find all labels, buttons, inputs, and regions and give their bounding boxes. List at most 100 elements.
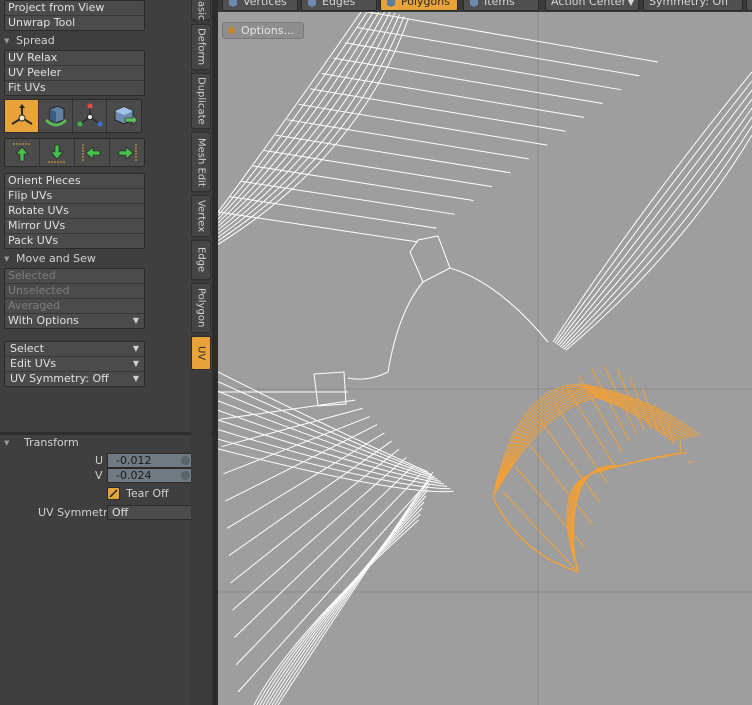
uv-symmetry-dropdown-label: UV Symmetry: Off — [10, 372, 109, 385]
tab-deform[interactable]: Deform — [191, 24, 211, 70]
uv-rotate-tool-button[interactable] — [39, 100, 73, 132]
symmetry-dropdown[interactable]: Symmetry: Off — [643, 0, 743, 11]
vertices-cube-icon — [229, 0, 237, 7]
element-cube-icon — [114, 106, 137, 126]
vertices-mode-button[interactable]: Vertices — [222, 0, 298, 11]
projection-button-group: Project from View Unwrap Tool — [4, 0, 145, 31]
sew-averaged-button[interactable]: Averaged — [5, 299, 144, 314]
options-button[interactable]: Options... — [222, 22, 304, 39]
edges-mode-button[interactable]: Edges — [301, 0, 377, 11]
with-options-label: With Options — [8, 314, 79, 327]
polygons-mode-button[interactable]: Polygons — [380, 0, 458, 11]
panel-divider[interactable] — [0, 432, 212, 435]
tab-label: UV — [195, 345, 207, 361]
flip-uvs-button[interactable]: Flip UVs — [5, 189, 144, 204]
rotate-uvs-button[interactable]: Rotate UVs — [5, 204, 144, 219]
with-options-dropdown[interactable]: With Options ▼ — [5, 314, 144, 328]
uv-transform-icon-row — [4, 99, 142, 133]
selection-mode-toolbar: Vertices Edges Polygons Items Action Cen… — [218, 0, 752, 12]
tab-label: Vertex — [195, 199, 207, 233]
uv-transform-tool-button[interactable] — [73, 100, 107, 132]
uv-relax-button[interactable]: UV Relax — [5, 51, 144, 66]
sew-selected-button[interactable]: Selected — [5, 269, 144, 284]
selection-dropdown-group: Select ▼ Edit UVs ▼ UV Symmetry: Off ▼ — [4, 341, 145, 387]
move-sew-section-header[interactable]: ▼ Move and Sew — [4, 252, 96, 266]
dropdown-arrow-icon: ▼ — [132, 344, 139, 353]
tab-label: Basic — [195, 0, 207, 21]
tab-polygon[interactable]: Polygon — [191, 283, 211, 333]
pack-uvs-button[interactable]: Pack UVs — [5, 234, 144, 248]
collapse-triangle-icon: ▼ — [4, 255, 10, 263]
items-mode-label: Items — [484, 0, 515, 8]
toolbar-overflow-button[interactable] — [746, 0, 752, 11]
symmetry-label: Symmetry: Off — [649, 0, 729, 8]
tab-label: Duplicate — [195, 77, 207, 125]
dropdown-arrow-icon: ▼ — [132, 316, 139, 325]
uv-canvas[interactable] — [218, 12, 752, 705]
polygons-cube-icon — [387, 0, 395, 7]
edges-cube-icon — [308, 0, 316, 7]
options-label: Options... — [241, 24, 294, 37]
polygons-mode-label: Polygons — [401, 0, 450, 8]
orient-pieces-button[interactable]: Orient Pieces — [5, 174, 144, 189]
align-down-button[interactable] — [40, 139, 75, 166]
uv-move-tool-button[interactable] — [5, 100, 39, 132]
tab-uv[interactable]: UV — [191, 336, 211, 370]
move-gizmo-icon — [10, 104, 33, 125]
items-cube-icon — [470, 0, 478, 7]
reset-dot-icon[interactable] — [181, 471, 190, 480]
dropdown-arrow-icon: ▼ — [132, 374, 139, 383]
collapse-triangle-icon: ▼ — [4, 37, 10, 45]
uv-wireframe-mesh — [218, 12, 752, 705]
transform-section-label: Transform — [24, 436, 79, 449]
spread-section-label: Spread — [16, 34, 55, 47]
orient-button-group: Orient Pieces Flip UVs Rotate UVs Mirror… — [4, 173, 145, 249]
edit-uvs-dropdown-label: Edit UVs — [10, 357, 57, 370]
mirror-uvs-button[interactable]: Mirror UVs — [5, 219, 144, 234]
uv-element-move-button[interactable] — [107, 100, 141, 132]
uv-peeler-button[interactable]: UV Peeler — [5, 66, 144, 81]
select-dropdown-label: Select — [10, 342, 44, 355]
uv-symmetry-label: UV Symmetry — [38, 506, 115, 519]
arrow-down-icon — [48, 144, 66, 162]
uv-viewport[interactable]: Options... — [218, 12, 752, 705]
arrow-left-icon — [82, 143, 101, 162]
selected-uv-island[interactable] — [492, 366, 701, 573]
items-mode-button[interactable]: Items — [463, 0, 539, 11]
tab-mesh-edit[interactable]: Mesh Edit — [191, 132, 211, 192]
spread-section-header[interactable]: ▼ Spread — [4, 34, 55, 48]
align-up-button[interactable] — [5, 139, 40, 166]
align-left-button[interactable] — [75, 139, 110, 166]
action-center-label: Action Center — [551, 0, 626, 8]
project-from-view-button[interactable]: Project from View — [5, 1, 144, 16]
dropdown-arrow-icon: ▼ — [627, 0, 634, 7]
uv-symmetry-value: Off — [112, 506, 129, 519]
vertices-mode-label: Vertices — [243, 0, 287, 8]
unwrap-tool-button[interactable]: Unwrap Tool — [5, 16, 144, 30]
action-center-dropdown[interactable]: Action Center ▼ — [545, 0, 639, 11]
edit-uvs-dropdown[interactable]: Edit UVs ▼ — [5, 357, 144, 372]
tab-label: Mesh Edit — [195, 137, 207, 187]
tab-label: Polygon — [195, 288, 207, 328]
v-label: V — [95, 469, 103, 482]
uv-tools-panel: Project from View Unwrap Tool ▼ Spread UV… — [0, 0, 212, 705]
v-value: -0.024 — [116, 469, 152, 482]
uv-symmetry-dropdown[interactable]: UV Symmetry: Off ▼ — [5, 372, 144, 386]
tab-duplicate[interactable]: Duplicate — [191, 73, 211, 129]
tab-basic[interactable]: Basic — [191, 0, 211, 20]
select-dropdown[interactable]: Select ▼ — [5, 342, 144, 357]
arrow-right-icon — [118, 143, 137, 162]
tool-tab-strip: Basic Deform Duplicate Mesh Edit Vertex … — [191, 0, 211, 705]
tab-vertex[interactable]: Vertex — [191, 195, 211, 237]
fit-uvs-button[interactable]: Fit UVs — [5, 81, 144, 95]
reset-dot-icon[interactable] — [181, 456, 190, 465]
tear-off-checkbox[interactable] — [107, 487, 120, 500]
move-sew-button-group: Selected Unselected Averaged With Option… — [4, 268, 145, 329]
transform-section-header[interactable]: ▼ Transform — [4, 436, 79, 450]
tab-edge[interactable]: Edge — [191, 240, 211, 280]
move-sew-section-label: Move and Sew — [16, 252, 96, 265]
align-right-button[interactable] — [110, 139, 144, 166]
spread-button-group: UV Relax UV Peeler Fit UVs — [4, 50, 145, 96]
dropdown-arrow-icon: ▼ — [132, 359, 139, 368]
sew-unselected-button[interactable]: Unselected — [5, 284, 144, 299]
